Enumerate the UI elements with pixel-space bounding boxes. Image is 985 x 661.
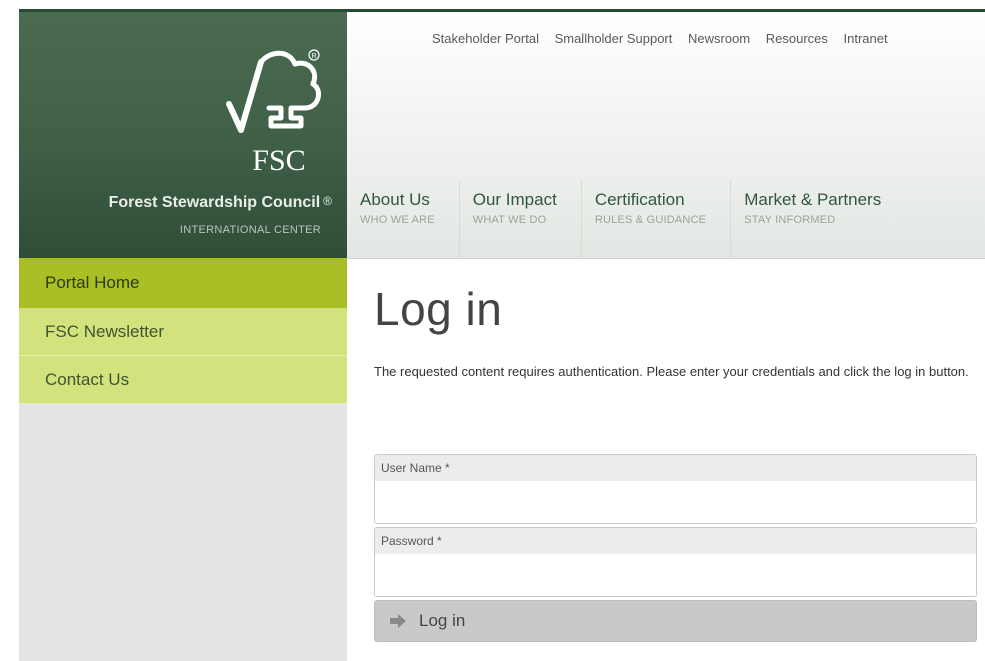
nav-about-us[interactable]: About Us WHO WE ARE xyxy=(347,180,460,258)
page-title: Log in xyxy=(374,283,503,335)
svg-text:R: R xyxy=(311,53,316,60)
arrow-right-icon xyxy=(389,614,407,628)
util-link-intranet[interactable]: Intranet xyxy=(844,31,888,46)
main-content: Log in The requested content requires au… xyxy=(374,258,979,642)
login-button[interactable]: Log in xyxy=(374,600,977,642)
username-input[interactable] xyxy=(375,481,976,523)
main-nav: About Us WHO WE ARE Our Impact WHAT WE D… xyxy=(347,180,905,258)
sidebar-item-portal-home[interactable]: Portal Home xyxy=(19,258,347,316)
svg-text:FSC: FSC xyxy=(252,144,305,177)
utility-nav: Stakeholder Portal Smallholder Support N… xyxy=(432,31,900,46)
password-input[interactable] xyxy=(375,554,976,596)
nav-subtitle: WHO WE ARE xyxy=(360,214,435,226)
nav-title: Market & Partners xyxy=(744,190,882,209)
fsc-tree-logo-icon: R FSC xyxy=(226,49,322,177)
username-field: User Name * xyxy=(374,454,977,524)
util-link-resources[interactable]: Resources xyxy=(766,31,828,46)
site-header: Stakeholder Portal Smallholder Support N… xyxy=(347,12,985,259)
brand-panel[interactable]: R FSC Forest Stewardship Council ® INTERN… xyxy=(19,12,347,258)
util-link-smallholder-support[interactable]: Smallholder Support xyxy=(555,31,673,46)
util-link-stakeholder-portal[interactable]: Stakeholder Portal xyxy=(432,31,539,46)
nav-our-impact[interactable]: Our Impact WHAT WE DO xyxy=(460,180,582,258)
username-label: User Name * xyxy=(375,455,976,481)
sidebar-item-fsc-newsletter[interactable]: FSC Newsletter xyxy=(19,308,347,356)
intro-text: The requested content requires authentic… xyxy=(374,363,969,379)
nav-title: Certification xyxy=(594,190,685,209)
nav-title: About Us xyxy=(360,190,430,209)
password-label: Password * xyxy=(375,528,976,554)
password-field: Password * xyxy=(374,527,977,597)
util-link-newsroom[interactable]: Newsroom xyxy=(688,31,750,46)
sidebar-item-contact-us[interactable]: Contact Us xyxy=(19,356,347,404)
nav-title: Our Impact xyxy=(472,190,557,209)
nav-subtitle: STAY INFORMED xyxy=(744,214,836,226)
login-button-label: Log in xyxy=(419,611,466,630)
nav-subtitle: RULES & GUIDANCE xyxy=(594,214,707,226)
nav-market-partners[interactable]: Market & Partners STAY INFORMED xyxy=(731,180,905,258)
nav-certification[interactable]: Certification RULES & GUIDANCE xyxy=(582,180,732,258)
nav-subtitle: WHAT WE DO xyxy=(472,214,547,226)
org-subtitle: INTERNATIONAL CENTER xyxy=(179,224,321,236)
sidebar: Portal Home FSC Newsletter Contact Us xyxy=(19,258,347,661)
org-name: Forest Stewardship Council ® xyxy=(108,194,332,211)
